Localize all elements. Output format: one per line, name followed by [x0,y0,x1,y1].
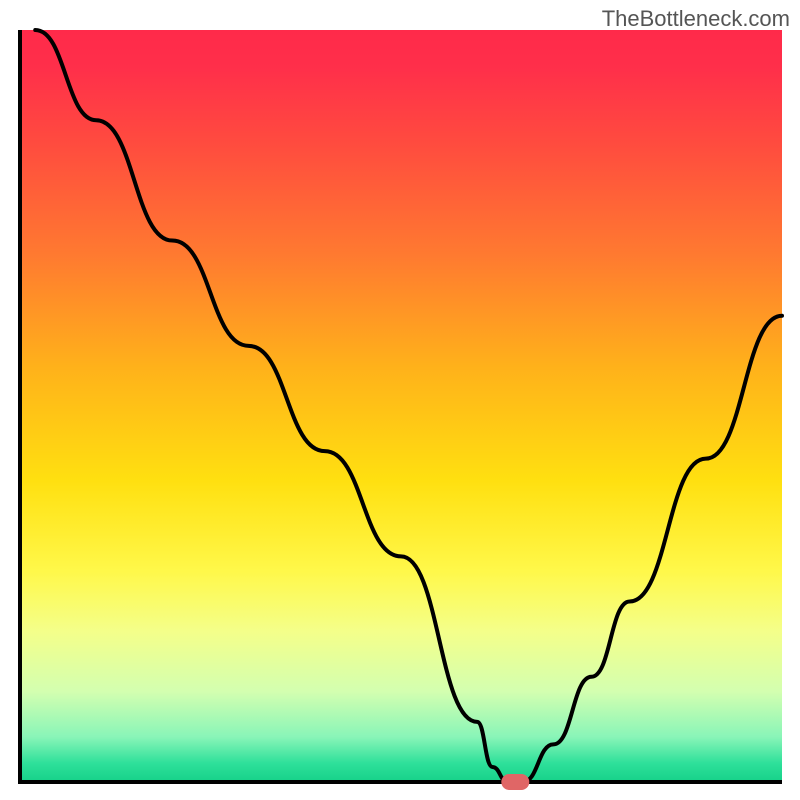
optimal-marker [501,774,529,790]
bottleneck-chart [0,0,800,800]
chart-canvas: TheBottleneck.com [0,0,800,800]
plot-background [20,30,782,782]
